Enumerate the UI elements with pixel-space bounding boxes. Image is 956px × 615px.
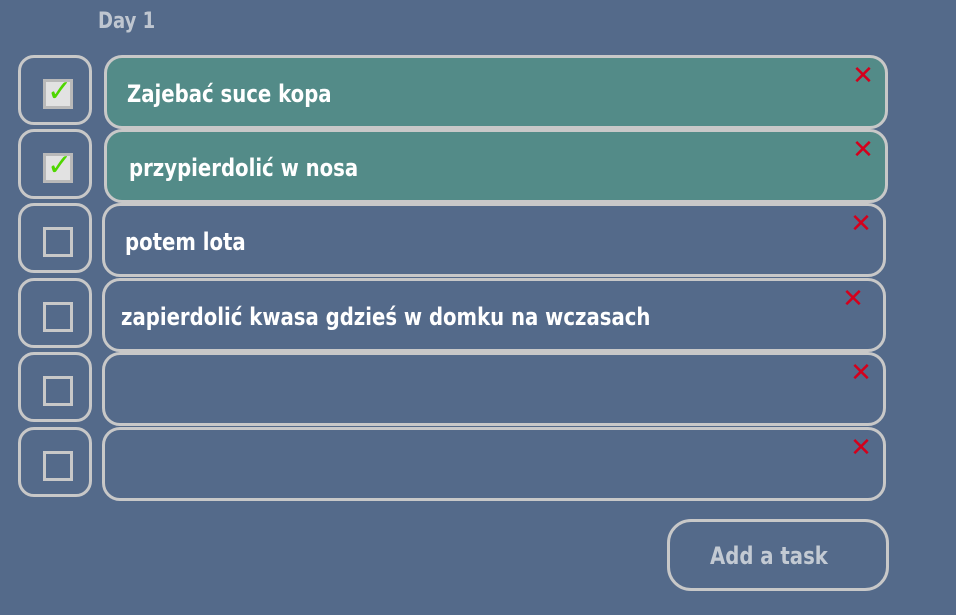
checkmark-icon: ✓ xyxy=(47,74,73,109)
day-title: Day 1 xyxy=(98,9,156,34)
task-checkbox[interactable]: ✓ xyxy=(18,129,92,199)
task-item[interactable]: ✕ xyxy=(102,427,886,501)
delete-x-icon[interactable]: ✕ xyxy=(841,286,865,312)
task-text: Zajebać suce kopa xyxy=(127,80,332,108)
task-item[interactable]: Zajebać suce kopa ✕ xyxy=(104,55,888,129)
add-task-button[interactable]: Add a task xyxy=(667,519,889,591)
delete-x-icon[interactable]: ✕ xyxy=(849,360,873,386)
task-checkbox[interactable] xyxy=(18,278,92,348)
task-row: ✓ przypierdolić w nosa ✕ xyxy=(0,129,900,203)
task-checkbox[interactable] xyxy=(18,203,92,273)
delete-x-icon[interactable]: ✕ xyxy=(851,137,875,163)
task-item[interactable]: potem lota ✕ xyxy=(102,203,886,277)
delete-x-icon[interactable]: ✕ xyxy=(849,211,873,237)
task-item[interactable]: przypierdolić w nosa ✕ xyxy=(104,129,888,203)
checkbox-square xyxy=(43,376,73,406)
checkbox-square: ✓ xyxy=(43,148,73,183)
add-task-label: Add a task xyxy=(710,542,828,570)
checkbox-square xyxy=(43,451,73,481)
task-item[interactable]: ✕ xyxy=(102,352,886,426)
checkbox-square xyxy=(43,302,73,332)
task-row: ✕ xyxy=(0,427,900,501)
task-text: przypierdolić w nosa xyxy=(129,154,359,182)
task-row: ✕ xyxy=(0,352,900,426)
task-text: zapierdolić kwasa gdzieś w domku na wcza… xyxy=(121,303,651,331)
task-item[interactable]: zapierdolić kwasa gdzieś w domku na wcza… xyxy=(102,278,886,352)
task-checkbox[interactable] xyxy=(18,427,92,497)
delete-x-icon[interactable]: ✕ xyxy=(849,435,873,461)
delete-x-icon[interactable]: ✕ xyxy=(851,63,875,89)
task-text: potem lota xyxy=(125,228,246,256)
task-row: zapierdolić kwasa gdzieś w domku na wcza… xyxy=(0,278,900,352)
task-row: ✓ Zajebać suce kopa ✕ xyxy=(0,55,900,129)
task-checkbox[interactable] xyxy=(18,352,92,422)
task-row: potem lota ✕ xyxy=(0,203,900,277)
checkmark-icon: ✓ xyxy=(47,148,73,183)
task-checkbox[interactable]: ✓ xyxy=(18,55,92,125)
checkbox-square: ✓ xyxy=(43,74,73,109)
checkbox-square xyxy=(43,227,73,257)
